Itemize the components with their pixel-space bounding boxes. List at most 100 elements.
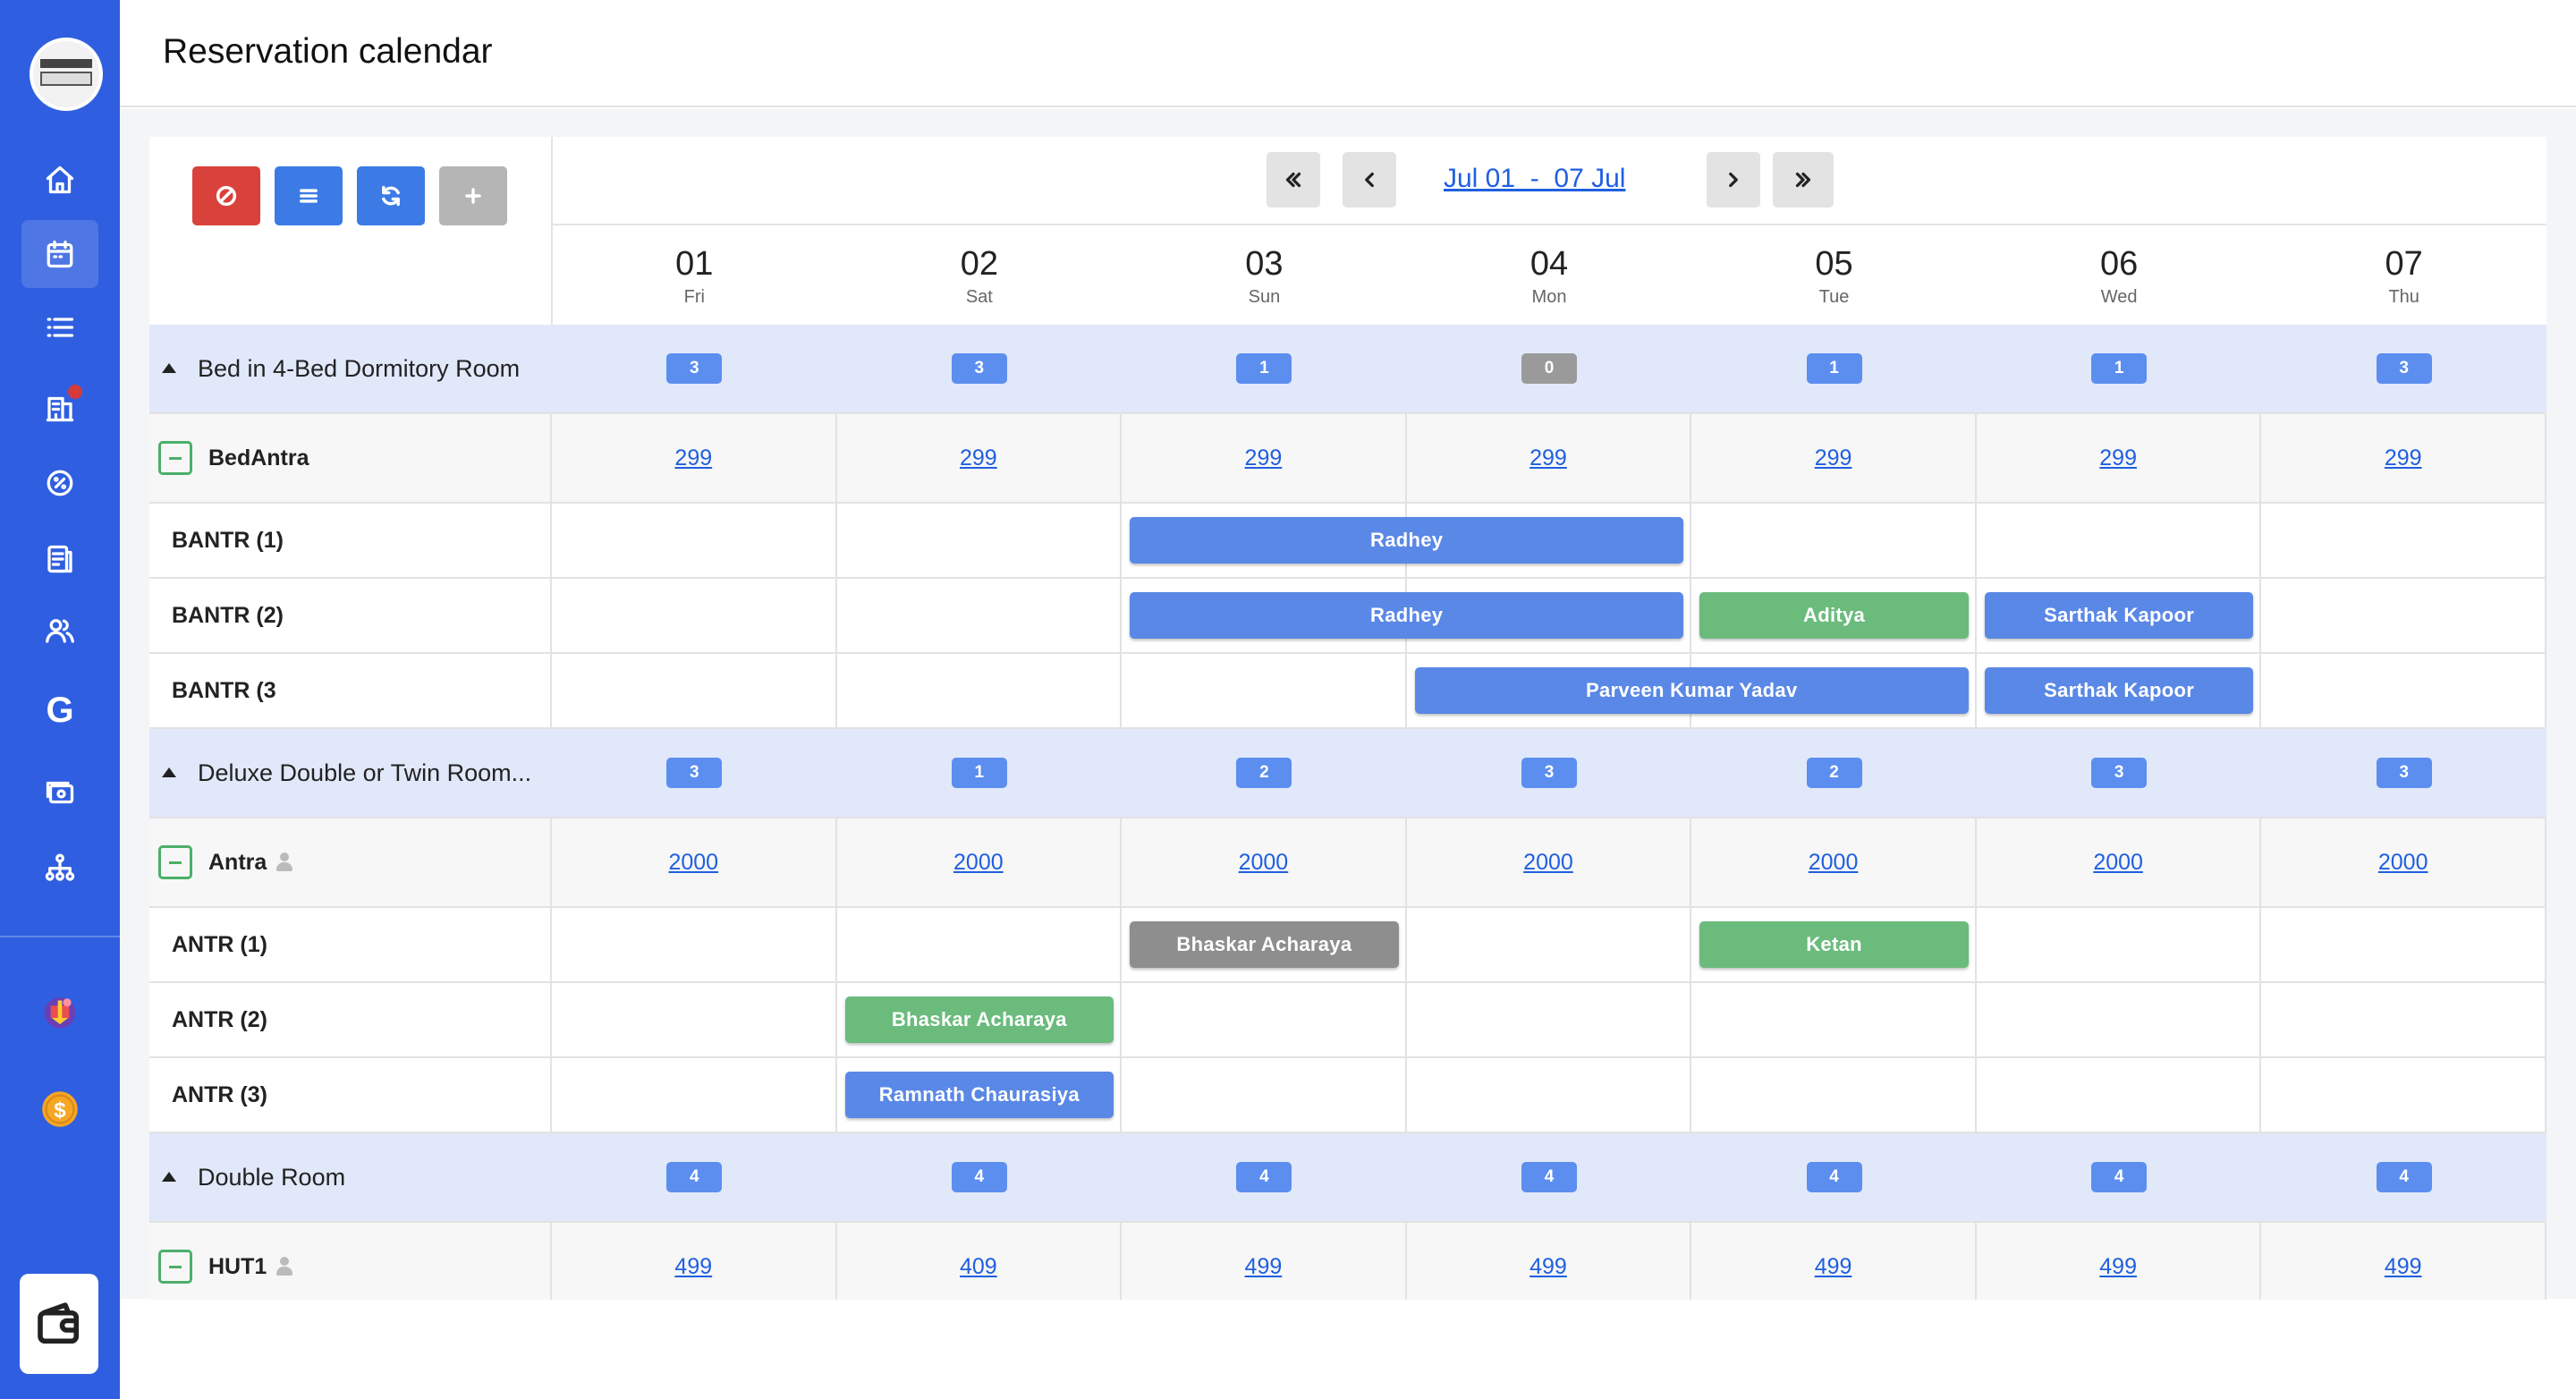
block-button[interactable] bbox=[192, 166, 260, 225]
rate-link[interactable]: 2000 bbox=[2378, 850, 2428, 876]
day-header: 02 Sat bbox=[837, 244, 1123, 310]
prev-week-button[interactable] bbox=[1343, 152, 1396, 208]
rate-link[interactable]: 299 bbox=[960, 445, 997, 471]
rate-link[interactable]: 299 bbox=[1815, 445, 1852, 471]
room-row: ANTR (2) Bhaskar Acharaya bbox=[149, 983, 2546, 1058]
day-header: 05 Tue bbox=[1691, 244, 1977, 310]
collapse-toggle[interactable] bbox=[158, 845, 192, 879]
calendar-card: Jul 01 - 07 Jul 01 Fri 02 Sat 03 Sun 04 Mon 05 Tu… bbox=[149, 137, 2546, 1300]
calendar-icon[interactable] bbox=[21, 220, 98, 288]
home-icon[interactable] bbox=[21, 146, 98, 214]
day-cell: 2000 bbox=[1122, 818, 1407, 906]
room-type-row: Double Room 4 4 4 4 4 4 4 bbox=[149, 1133, 2546, 1223]
day-cell bbox=[1122, 983, 1407, 1056]
day-cell: 3 bbox=[2261, 325, 2546, 412]
rate-link[interactable]: 299 bbox=[2385, 445, 2422, 471]
rate-link[interactable]: 499 bbox=[1530, 1254, 1567, 1280]
caret-up-icon[interactable] bbox=[162, 767, 176, 777]
availability-badge: 4 bbox=[2376, 1162, 2432, 1192]
header-line bbox=[552, 224, 2546, 225]
rate-link[interactable]: 2000 bbox=[2093, 850, 2143, 876]
block-icon bbox=[216, 185, 237, 207]
page-header: Reservation calendar bbox=[120, 0, 2576, 107]
rate-link[interactable]: 2000 bbox=[1809, 850, 1859, 876]
caret-up-icon[interactable] bbox=[162, 1172, 176, 1182]
booking-bar[interactable]: Radhey bbox=[1130, 592, 1684, 639]
property-logo[interactable] bbox=[30, 38, 103, 111]
collapse-toggle[interactable] bbox=[158, 441, 192, 475]
booking-bar[interactable]: Sarthak Kapoor bbox=[1984, 592, 2254, 639]
building-icon[interactable] bbox=[21, 374, 98, 442]
availability-badge: 1 bbox=[1236, 353, 1292, 384]
rate-link[interactable]: 499 bbox=[1245, 1254, 1283, 1280]
day-cell bbox=[1407, 908, 1692, 981]
room-name: ANTR (3) bbox=[172, 1081, 267, 1107]
users-icon[interactable] bbox=[21, 597, 98, 665]
last-page-button[interactable] bbox=[1773, 152, 1834, 208]
list-icon[interactable] bbox=[21, 293, 98, 361]
rate-link[interactable]: 299 bbox=[1245, 445, 1283, 471]
wallet-button[interactable] bbox=[20, 1274, 98, 1374]
rate-link[interactable]: 409 bbox=[960, 1254, 997, 1280]
day-cell bbox=[552, 504, 837, 577]
dollar-coin-icon[interactable]: $ bbox=[21, 1075, 98, 1143]
rate-link[interactable]: 299 bbox=[674, 445, 712, 471]
booking-bar[interactable]: Bhaskar Acharaya bbox=[1130, 921, 1399, 968]
first-page-button[interactable] bbox=[1267, 152, 1320, 208]
day-cell: 2000 bbox=[1407, 818, 1692, 906]
day-number: 06 bbox=[2099, 245, 2139, 283]
day-cell: 4 bbox=[1691, 1133, 1977, 1221]
booking-bar[interactable]: Radhey bbox=[1130, 517, 1684, 564]
rate-link[interactable]: 2000 bbox=[1523, 850, 1573, 876]
day-cell bbox=[2261, 983, 2546, 1056]
page-title: Reservation calendar bbox=[163, 32, 493, 71]
room-type-header[interactable]: Bed in 4-Bed Dormitory Room bbox=[149, 325, 552, 412]
collapse-toggle[interactable] bbox=[158, 1250, 192, 1284]
availability-badge: 1 bbox=[1806, 353, 1862, 384]
booking-bar[interactable]: Bhaskar Acharaya bbox=[844, 996, 1114, 1043]
booking-bar[interactable]: Sarthak Kapoor bbox=[1984, 667, 2254, 714]
day-cell: 299 bbox=[2261, 414, 2546, 502]
day-cell: 3 bbox=[552, 729, 837, 817]
add-button[interactable] bbox=[439, 166, 507, 225]
refresh-button[interactable] bbox=[357, 166, 425, 225]
person-icon bbox=[275, 1257, 293, 1276]
day-cell: 2000 bbox=[2261, 818, 2546, 906]
room-name: BANTR (2) bbox=[172, 602, 284, 628]
booking-bar[interactable]: Aditya bbox=[1699, 592, 1969, 639]
booking-bar[interactable]: Ramnath Chaurasiya bbox=[844, 1072, 1114, 1118]
payment-icon[interactable] bbox=[21, 759, 98, 827]
day-cell: 499 bbox=[1407, 1223, 1692, 1300]
google-icon[interactable]: G bbox=[21, 676, 98, 744]
rate-link[interactable]: 2000 bbox=[1239, 850, 1289, 876]
rate-plan-name: BedAntra bbox=[208, 445, 309, 471]
list-view-button[interactable] bbox=[275, 166, 343, 225]
rate-link[interactable]: 499 bbox=[1815, 1254, 1852, 1280]
discount-icon[interactable] bbox=[21, 449, 98, 517]
rate-link[interactable]: 2000 bbox=[953, 850, 1004, 876]
day-header: 03 Sun bbox=[1122, 244, 1407, 310]
room-type-header[interactable]: Double Room bbox=[149, 1133, 552, 1221]
room-type-header[interactable]: Deluxe Double or Twin Room... bbox=[149, 729, 552, 817]
day-cell bbox=[552, 908, 837, 981]
rate-plan-row: Antra 2000 2000 2000 2000 2000 2000 2000 bbox=[149, 818, 2546, 908]
date-range-link[interactable]: Jul 01 - 07 Jul bbox=[1444, 164, 1625, 194]
rate-link[interactable]: 499 bbox=[2385, 1254, 2422, 1280]
caret-up-icon[interactable] bbox=[162, 363, 176, 373]
room-type-row: Bed in 4-Bed Dormitory Room 3 3 1 0 1 1 3 bbox=[149, 325, 2546, 414]
next-week-button[interactable] bbox=[1707, 152, 1760, 208]
day-cell bbox=[1691, 1058, 1977, 1132]
sitemap-icon[interactable] bbox=[21, 834, 98, 902]
booking-bar[interactable]: Ketan bbox=[1699, 921, 1969, 968]
room-type-row: Deluxe Double or Twin Room... 3 1 2 3 2 3 3 bbox=[149, 729, 2546, 818]
booking-bar[interactable]: Parveen Kumar Yadav bbox=[1414, 667, 1969, 714]
day-name: Mon bbox=[1531, 287, 1567, 307]
rate-link[interactable]: 499 bbox=[674, 1254, 712, 1280]
rate-link[interactable]: 299 bbox=[1530, 445, 1567, 471]
rate-link[interactable]: 499 bbox=[2099, 1254, 2137, 1280]
report-icon[interactable] bbox=[21, 525, 98, 593]
day-cell bbox=[1407, 983, 1692, 1056]
rate-link[interactable]: 299 bbox=[2099, 445, 2137, 471]
offer-icon[interactable] bbox=[21, 977, 98, 1045]
rate-link[interactable]: 2000 bbox=[668, 850, 718, 876]
